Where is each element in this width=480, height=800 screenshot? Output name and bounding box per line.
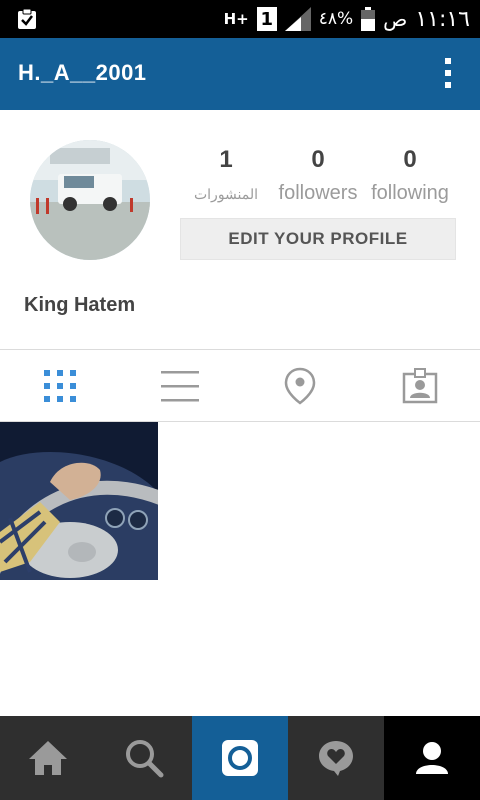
signal-icon [284,7,311,31]
followers-count: 0 [311,146,325,173]
posts-stat[interactable]: 1 المنشورات [192,146,260,203]
profile-username: H._A__2001 [18,60,147,85]
status-bar: H+ 1 ٤٨% ص ١١:١٦ [0,0,480,38]
full-name: King Hatem [24,294,136,316]
following-count: 0 [403,146,417,173]
search-icon [126,740,164,778]
profile-section: 1 المنشورات 0 followers 0 following EDIT… [0,110,480,350]
app-header: H._A__2001 [0,38,480,110]
posts-label: المنشورات [193,186,259,202]
edit-profile-button[interactable]: EDIT YOUR PROFILE [180,218,456,260]
grid-icon [44,370,76,402]
more-vertical-icon[interactable] [444,58,452,92]
tab-grid[interactable] [0,350,120,422]
avatar[interactable] [30,140,150,260]
camera-icon [222,740,258,776]
tab-tagged[interactable] [360,350,480,422]
tab-list[interactable] [120,350,240,422]
following-label: following [371,182,449,204]
posts-grid [0,422,480,716]
activity-heart-icon [319,741,353,776]
sim-indicator: 1 [256,7,277,31]
tagged-person-icon [402,368,438,404]
network-type: H+ [223,10,249,28]
clipboard-check-icon [18,8,36,29]
post-thumbnail[interactable] [0,422,158,580]
home-icon [29,741,67,775]
bottom-navigation [0,716,480,800]
nav-camera[interactable] [192,716,288,800]
battery-percent: ٤٨% [318,9,354,29]
battery-icon [361,7,376,31]
profile-view-tabs [0,349,480,422]
followers-stat[interactable]: 0 followers [272,146,364,205]
followers-label: followers [278,182,358,204]
nav-home[interactable] [0,716,96,800]
profile-icon [416,742,448,774]
posts-count: 1 [219,146,233,173]
nav-profile[interactable] [384,716,480,800]
following-stat[interactable]: 0 following [364,146,456,205]
nav-search[interactable] [96,716,192,800]
clock: ١١:١٦ [415,6,470,32]
nav-activity[interactable] [288,716,384,800]
list-icon [161,371,199,402]
time-ampm: ص [383,7,408,31]
location-pin-icon [284,367,316,405]
tab-location[interactable] [240,350,360,422]
